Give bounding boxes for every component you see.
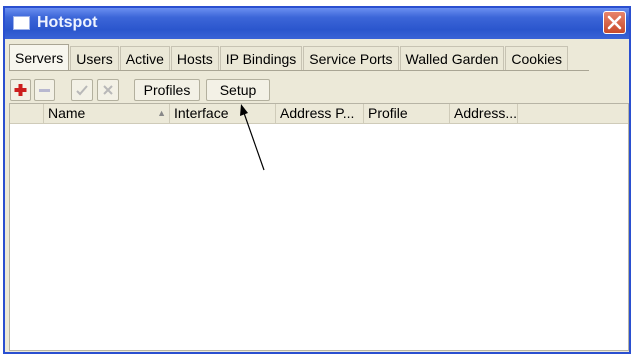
toolbar: Profiles Setup bbox=[5, 73, 629, 103]
column-header-blank[interactable] bbox=[10, 104, 44, 123]
tab-hosts[interactable]: Hosts bbox=[170, 46, 219, 70]
profiles-button[interactable]: Profiles bbox=[134, 79, 200, 101]
disable-button[interactable] bbox=[97, 79, 119, 101]
close-button[interactable] bbox=[603, 11, 626, 34]
hotspot-window: Hotspot Servers Users Active Hosts IP Bi… bbox=[3, 6, 631, 354]
column-header-profile[interactable]: Profile bbox=[364, 104, 450, 123]
tab-divider bbox=[9, 70, 589, 71]
tab-walled-garden[interactable]: Walled Garden bbox=[399, 46, 505, 70]
enable-button[interactable] bbox=[71, 79, 93, 101]
plus-icon bbox=[14, 84, 27, 96]
tab-ip-bindings[interactable]: IP Bindings bbox=[219, 46, 303, 70]
servers-table: Name ▲ Interface Address P... Profile Ad… bbox=[9, 103, 629, 351]
table-header: Name ▲ Interface Address P... Profile Ad… bbox=[10, 104, 628, 124]
tab-service-ports[interactable]: Service Ports bbox=[303, 46, 399, 70]
tab-bar: Servers Users Active Hosts IP Bindings S… bbox=[9, 44, 569, 71]
column-header-name[interactable]: Name ▲ bbox=[44, 104, 170, 123]
column-header-addresses[interactable]: Address... bbox=[450, 104, 518, 123]
window-title: Hotspot bbox=[37, 14, 98, 31]
minus-icon bbox=[39, 89, 50, 92]
tab-servers[interactable]: Servers bbox=[9, 44, 70, 71]
window-icon bbox=[13, 16, 30, 30]
tab-users[interactable]: Users bbox=[70, 46, 119, 70]
cross-icon bbox=[103, 85, 113, 95]
add-button[interactable] bbox=[10, 79, 31, 101]
tab-cookies[interactable]: Cookies bbox=[505, 46, 568, 70]
tab-active[interactable]: Active bbox=[119, 46, 170, 70]
sort-arrow-icon: ▲ bbox=[157, 108, 166, 118]
column-header-address-pool[interactable]: Address P... bbox=[276, 104, 364, 123]
check-icon bbox=[76, 85, 88, 96]
close-icon bbox=[607, 15, 622, 30]
column-header-interface[interactable]: Interface bbox=[170, 104, 276, 123]
title-bar[interactable]: Hotspot bbox=[5, 8, 629, 39]
setup-button[interactable]: Setup bbox=[206, 79, 270, 101]
remove-button[interactable] bbox=[34, 79, 55, 101]
